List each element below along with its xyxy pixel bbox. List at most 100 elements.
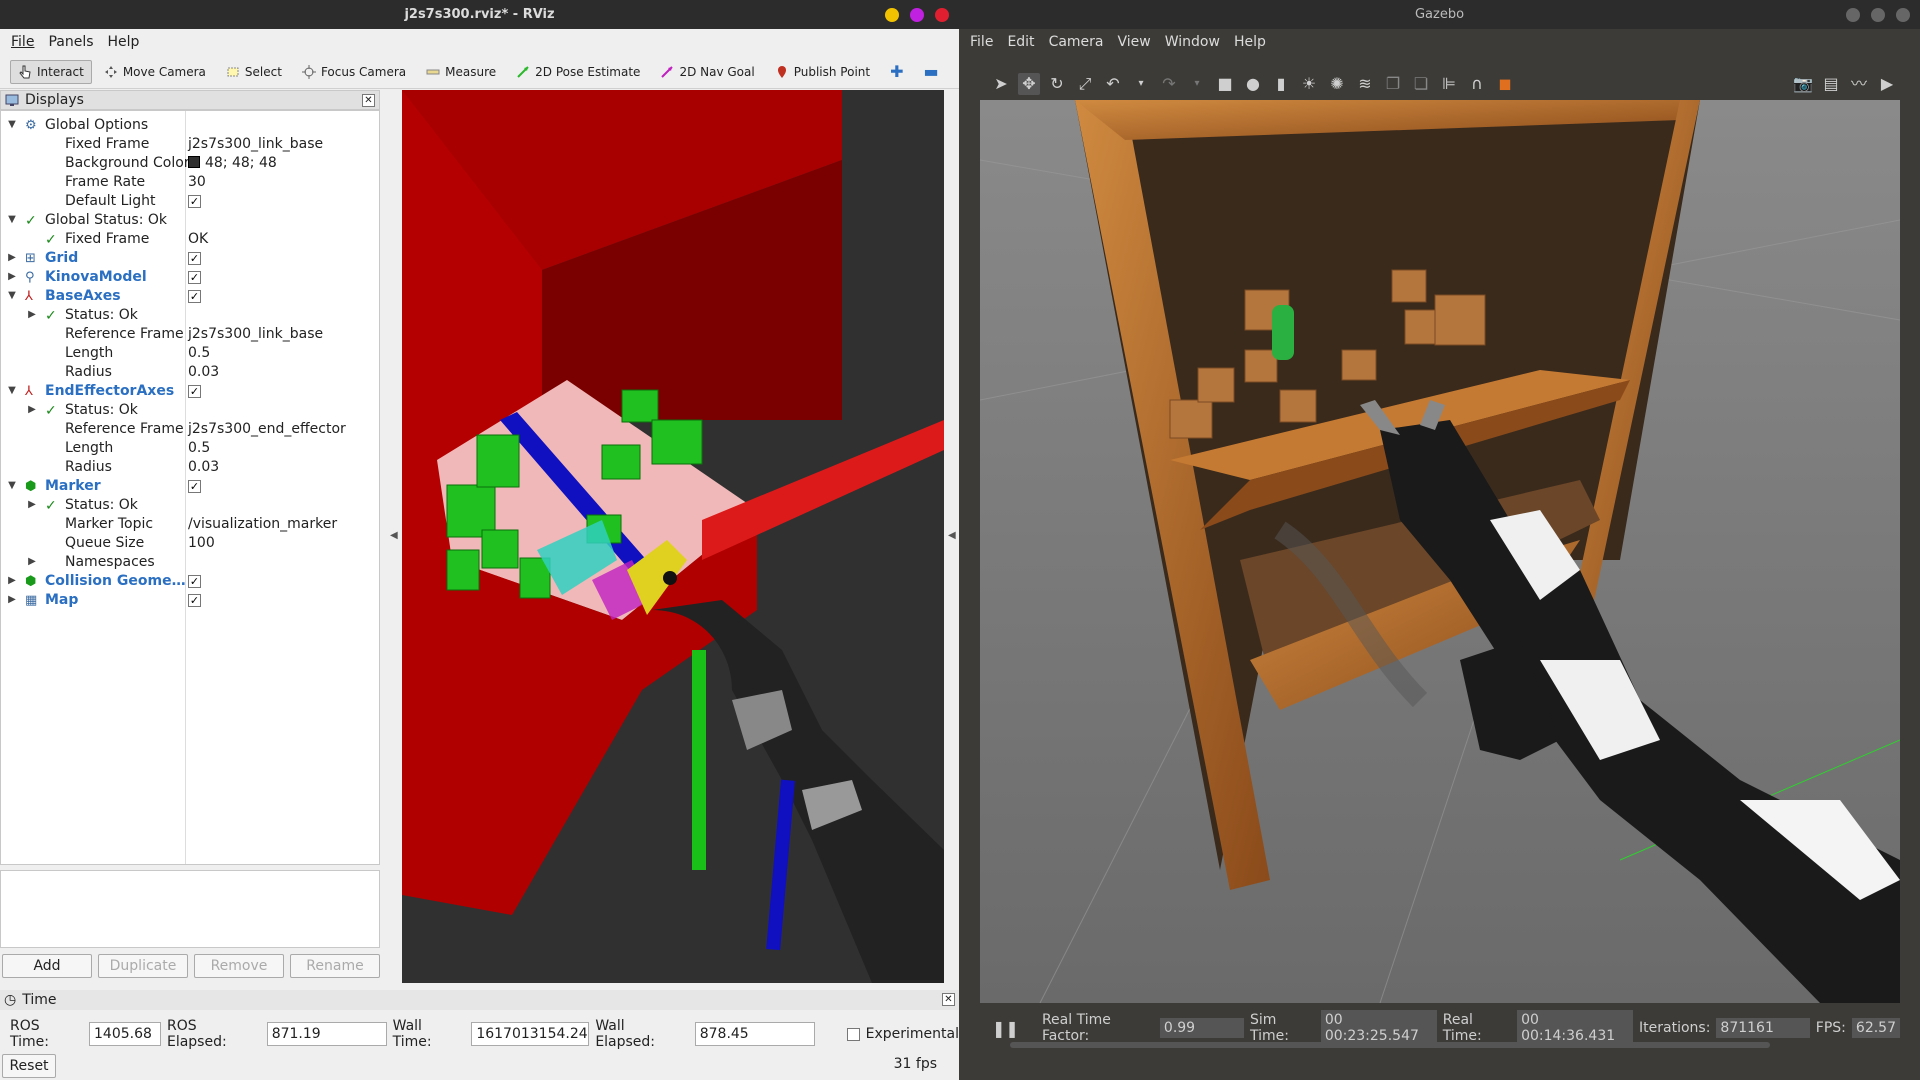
tree-row[interactable]: ▼ ⅄ BaseAxes ✓	[1, 286, 379, 305]
enable-checkbox[interactable]: ✓	[188, 270, 201, 284]
ros-elapsed-field[interactable]: 871.19	[266, 1022, 387, 1046]
tree-row[interactable]: Background Color 48; 48; 48	[1, 153, 379, 172]
maximize-button[interactable]	[1871, 8, 1885, 22]
minimize-button[interactable]	[885, 8, 899, 22]
tree-row[interactable]: ▼ ⅄ EndEffectorAxes ✓	[1, 381, 379, 400]
gazebo-3d-viewport[interactable]	[980, 100, 1900, 1003]
tree-row[interactable]: Queue Size 100	[1, 533, 379, 552]
add-button[interactable]: Add	[2, 954, 92, 978]
tree-row[interactable]: Fixed Frame j2s7s300_link_base	[1, 134, 379, 153]
tool-2d-pose-estimate[interactable]: 2D Pose Estimate	[508, 60, 648, 84]
enable-checkbox[interactable]: ✓	[188, 289, 201, 303]
tree-row[interactable]: ▶ ⬢ Collision Geome… ✓	[1, 571, 379, 590]
tree-row[interactable]: Reference Frame j2s7s300_link_base	[1, 324, 379, 343]
tree-row[interactable]: Length 0.5	[1, 438, 379, 457]
enable-checkbox[interactable]: ✓	[188, 593, 201, 607]
ros-time-field[interactable]: 1405.68	[89, 1022, 161, 1046]
tree-row[interactable]: Marker Topic/visualization_marker	[1, 514, 379, 533]
menu-panels[interactable]: Panels	[43, 32, 98, 52]
expand-arrow-down-icon[interactable]: ▼	[7, 119, 17, 130]
redo-icon[interactable]: ↷	[1158, 73, 1180, 95]
enable-checkbox[interactable]: ✓	[188, 251, 201, 265]
toolbar-overflow-button[interactable]: »	[951, 60, 960, 84]
point-light-icon[interactable]: ☀	[1298, 73, 1320, 95]
select-mode-icon[interactable]: ➤	[990, 73, 1012, 95]
tool-select[interactable]: Select	[218, 60, 290, 84]
menu-file[interactable]: File	[6, 32, 39, 52]
plot-icon[interactable]: 〰	[1848, 73, 1870, 95]
reset-button[interactable]: Reset	[2, 1054, 56, 1078]
close-button[interactable]	[1896, 8, 1910, 22]
right-splitter-handle[interactable]: ◀	[948, 530, 956, 541]
displays-tree[interactable]: ▼ ⚙ Global Options Fixed Frame j2s7s300_link…	[0, 110, 380, 865]
spot-light-icon[interactable]: ✺	[1326, 73, 1348, 95]
expand-arrow-right-icon[interactable]: ▶	[7, 252, 17, 263]
tool-move-camera[interactable]: Move Camera	[96, 60, 214, 84]
tree-row[interactable]: Radius 0.03	[1, 457, 379, 476]
enable-checkbox[interactable]: ✓	[188, 384, 201, 398]
tree-row[interactable]: ▶ ⚲ KinovaModel ✓	[1, 267, 379, 286]
time-close-button[interactable]: ✕	[942, 993, 955, 1006]
screenshot-icon[interactable]: 📷	[1792, 73, 1814, 95]
expand-arrow-right-icon[interactable]: ▶	[27, 499, 37, 510]
enable-checkbox[interactable]: ✓	[188, 194, 201, 208]
expand-arrow-down-icon[interactable]: ▼	[7, 214, 17, 225]
cylinder-shape-icon[interactable]: ▮	[1270, 73, 1292, 95]
expand-arrow-right-icon[interactable]: ▶	[27, 556, 37, 567]
tree-row[interactable]: ▼ ⚙ Global Options	[1, 115, 379, 134]
expand-arrow-right-icon[interactable]: ▶	[27, 404, 37, 415]
tree-row[interactable]: Reference Frame j2s7s300_end_effector	[1, 419, 379, 438]
record-video-icon[interactable]: ▶	[1876, 73, 1898, 95]
tool-2d-nav-goal[interactable]: 2D Nav Goal	[652, 60, 762, 84]
tree-row-value[interactable]: ✓	[188, 193, 201, 209]
paste-icon[interactable]: ❏	[1410, 73, 1432, 95]
minimize-button[interactable]	[1846, 8, 1860, 22]
menu-camera[interactable]: Camera	[1044, 32, 1109, 52]
add-tool-button[interactable]: ✚	[882, 57, 911, 86]
remove-tool-button[interactable]: ▬	[916, 57, 947, 86]
expand-arrow-right-icon[interactable]: ▶	[7, 271, 17, 282]
undo-dropdown-icon[interactable]: ▾	[1130, 73, 1152, 95]
sphere-shape-icon[interactable]: ●	[1242, 73, 1264, 95]
change-view-icon[interactable]: ◼	[1494, 73, 1516, 95]
tree-row-value[interactable]: ✓	[188, 573, 201, 589]
log-icon[interactable]: ▤	[1820, 73, 1842, 95]
enable-checkbox[interactable]: ✓	[188, 479, 201, 493]
tree-row[interactable]: ✓ Fixed Frame OK	[1, 229, 379, 248]
box-shape-icon[interactable]: ■	[1214, 73, 1236, 95]
gazebo-titlebar[interactable]: Gazebo	[959, 0, 1920, 29]
experimental-checkbox[interactable]	[846, 1027, 860, 1041]
pause-icon[interactable]: ❚❚	[992, 1019, 1019, 1038]
tree-row[interactable]: ▶ ▦ Map ✓	[1, 590, 379, 609]
tree-row-value[interactable]: ✓	[188, 288, 201, 304]
color-swatch[interactable]	[188, 155, 200, 168]
displays-close-button[interactable]: ✕	[362, 94, 375, 107]
redo-dropdown-icon[interactable]: ▾	[1186, 73, 1208, 95]
expand-arrow-down-icon[interactable]: ▼	[7, 290, 17, 301]
tool-measure[interactable]: Measure	[418, 60, 504, 84]
align-icon[interactable]: ⊫	[1438, 73, 1460, 95]
wall-elapsed-field[interactable]: 878.45	[694, 1022, 815, 1046]
rviz-titlebar[interactable]: j2s7s300.rviz* - RViz	[0, 0, 959, 29]
menu-help[interactable]: Help	[1229, 32, 1271, 52]
left-splitter-handle[interactable]: ◀	[390, 530, 398, 541]
expand-arrow-right-icon[interactable]: ▶	[7, 575, 17, 586]
expand-arrow-down-icon[interactable]: ▼	[7, 480, 17, 491]
tree-row[interactable]: Radius 0.03	[1, 362, 379, 381]
remove-button[interactable]: Remove	[194, 954, 284, 978]
menu-help[interactable]: Help	[103, 32, 145, 52]
scale-mode-icon[interactable]: ⤢	[1074, 73, 1096, 95]
menu-edit[interactable]: Edit	[1002, 32, 1039, 52]
close-button[interactable]	[935, 8, 949, 22]
directional-light-icon[interactable]: ≋	[1354, 73, 1376, 95]
duplicate-button[interactable]: Duplicate	[98, 954, 188, 978]
tree-row-value[interactable]: ✓	[188, 250, 201, 266]
tree-row-value[interactable]: ✓	[188, 269, 201, 285]
tree-row[interactable]: Frame Rate 30	[1, 172, 379, 191]
tree-row-value[interactable]: ✓	[188, 592, 201, 608]
tool-interact[interactable]: Interact	[10, 59, 92, 84]
tree-row-value[interactable]: ✓	[188, 383, 201, 399]
wall-time-field[interactable]: 1617013154.24	[471, 1022, 590, 1046]
maximize-button[interactable]	[910, 8, 924, 22]
tree-row[interactable]: ▼ ⬢ Marker ✓	[1, 476, 379, 495]
